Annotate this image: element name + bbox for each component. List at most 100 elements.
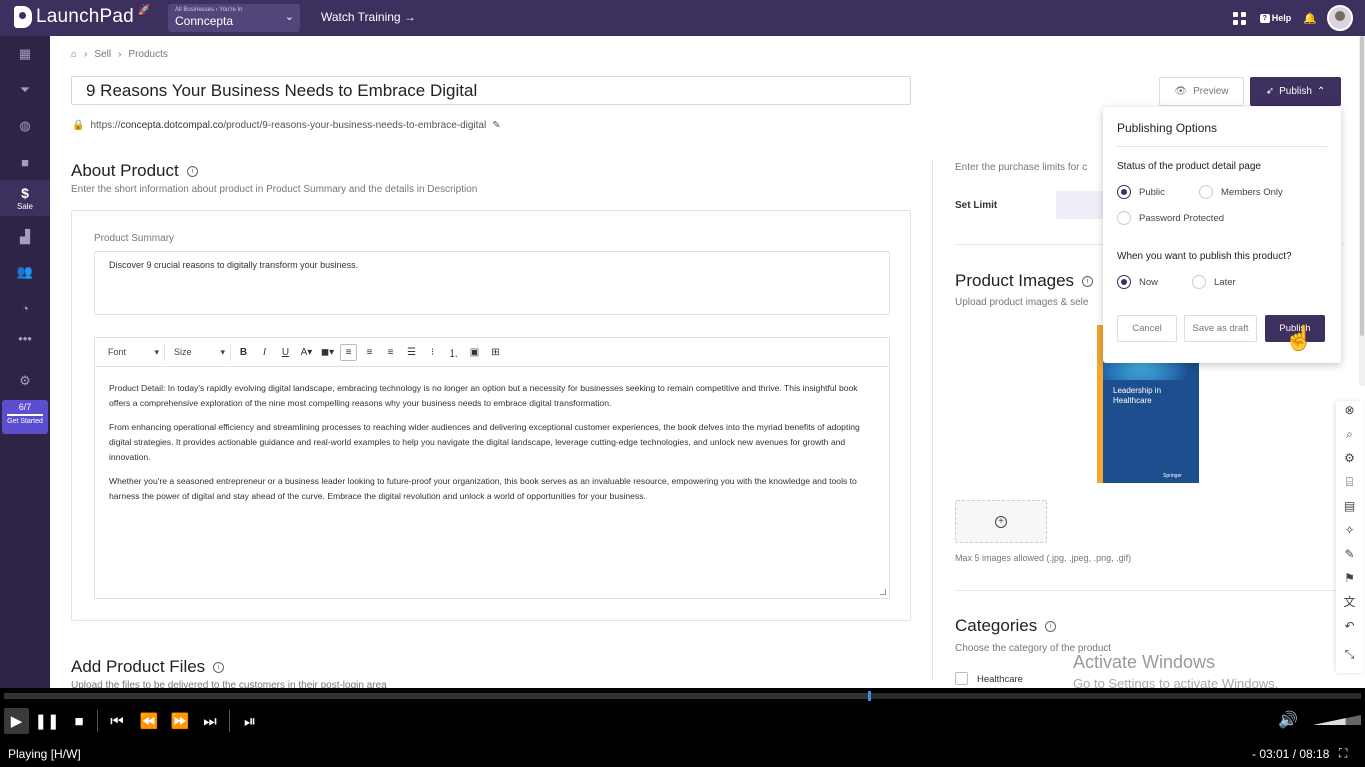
flag-icon[interactable]: ⚑ [1342,571,1357,586]
book-publisher: Springer [1163,473,1182,479]
breadcrumb: ⌂ › Sell › Products [71,49,168,60]
highlight-icon[interactable]: ◼▾ [319,344,336,361]
preview-button[interactable]: 👁 Preview [1159,77,1244,106]
pause-button[interactable]: ❚❚ [34,708,59,734]
description-editor[interactable]: Font ▾ Size ▾ B I U A▾ ◼▾ ≡ ≡ ≡ ☰ ⁝ ⒈ ▣ ⊞ … [94,337,890,599]
sidebar-item-label: Sale [16,202,33,211]
pencil-icon[interactable]: ✎ [1342,547,1357,562]
description-paragraph: Whether you're a seasoned entrepreneur o… [109,476,857,501]
product-summary-field[interactable]: Discover 9 crucial reasons to digitally … [94,251,890,315]
url-path: /product/9-reasons-your-business-needs-t… [223,120,487,131]
rewind-icon[interactable]: ⏪ [137,708,161,734]
globe-icon[interactable]: ◍ [0,111,50,141]
collapse-icon[interactable]: ⤡ [1342,647,1357,662]
description-content[interactable]: Product Detail: In today's rapidly evolv… [95,367,889,527]
cancel-button[interactable]: Cancel [1117,315,1177,342]
stop-button[interactable]: ■ [68,708,90,734]
breadcrumb-sell[interactable]: Sell [94,49,111,60]
text-color-icon[interactable]: A▾ [298,344,315,361]
category-checkbox[interactable] [955,672,968,685]
settings-icon[interactable]: ⚙ [1342,451,1357,466]
close-icon[interactable]: ⊗ [1342,403,1357,418]
help-label: Help [1271,13,1292,23]
people-icon[interactable]: 👥 [0,257,50,287]
magic-wand-icon[interactable]: ✧ [1342,523,1357,538]
volume-icon[interactable]: 🔊 [1278,710,1298,730]
breadcrumb-products[interactable]: Products [128,49,167,60]
video-icon[interactable]: ■ [0,147,50,177]
info-icon[interactable]: i [1082,275,1094,287]
purchase-limits-text: Enter the purchase limits for c [955,162,1088,173]
radio-password-protected[interactable]: Password Protected [1117,211,1224,225]
page-scrollbar[interactable] [1359,36,1365,386]
gear-icon[interactable]: ⚙ [0,366,50,396]
previous-icon[interactable]: ⏮ [105,708,129,734]
edit-pencil-icon[interactable]: ✎ [492,120,500,131]
undo-icon[interactable]: ↶ [1342,619,1357,634]
italic-icon[interactable]: I [256,344,273,361]
categories-heading: Categories i [955,616,1057,636]
apps-grid-icon[interactable] [1232,11,1246,25]
bullet-list-icon[interactable]: ⁝ [424,344,441,361]
notification-bell-icon[interactable]: 🔔 [1303,12,1317,25]
dashboard-icon[interactable]: ▦ [0,39,50,69]
preview-label: Preview [1193,86,1229,97]
help-button[interactable]: ? Help [1259,13,1292,23]
plus-circle-icon: + [995,515,1007,528]
image-icon[interactable]: ▣ [466,344,483,361]
watch-training-link[interactable]: Watch Training → [321,10,416,24]
publish-dropdown-button[interactable]: ➶ Publish ⌃ [1250,77,1341,106]
notes-icon[interactable]: ▤ [1342,499,1357,514]
radio-now[interactable]: Now [1117,275,1158,289]
seek-bar[interactable] [4,691,1361,701]
status-label: Status of the product detail page [1117,161,1261,172]
radio-members-only[interactable]: Members Only [1199,185,1283,199]
search-icon[interactable]: ⌕ [1342,427,1357,442]
radio-label: Members Only [1221,186,1283,198]
radio-public[interactable]: Public [1117,185,1165,199]
more-icon[interactable]: ••• [0,323,50,353]
resize-handle[interactable] [880,589,886,595]
info-icon[interactable]: i [213,661,225,673]
font-select[interactable]: Font ▾ [103,343,165,361]
fast-forward-icon[interactable]: ⏩ [168,708,192,734]
numbered-list-icon[interactable]: ⒈ [445,344,462,361]
sidebar-item-sale[interactable]: $ Sale [0,180,50,216]
align-center-icon[interactable]: ≡ [361,344,378,361]
get-started-progress[interactable]: 6/7 Get Started [2,400,48,434]
activate-windows-subtitle: Go to Settings to activate Windows. [1073,676,1279,688]
category-label: Healthcare [977,674,1023,685]
radio-later[interactable]: Later [1192,275,1236,289]
page-search-icon[interactable]: ⌸ [1342,475,1357,490]
translate-icon[interactable]: 文 [1342,595,1357,610]
fullscreen-icon[interactable]: ⛶ [1339,746,1347,761]
info-icon[interactable]: i [186,165,198,177]
play-button[interactable]: ▶ [4,708,29,734]
align-left-icon[interactable]: ≡ [340,343,357,361]
table-icon[interactable]: ⊞ [487,344,504,361]
chevron-up-icon: ⌃ [1316,86,1326,97]
business-switcher[interactable]: All Businesses › You're In Conncepta ⌄ [168,4,300,32]
funnel-icon[interactable]: ⏷ [0,75,50,105]
next-icon[interactable]: ⏭ [198,708,222,734]
bold-icon[interactable]: B [235,344,252,361]
launchpad-logo[interactable]: LaunchPad 🚀 [14,5,150,28]
speed-icon[interactable]: ◔ [0,293,50,323]
files-subtitle: Upload the files to be delivered to the … [71,680,387,688]
seek-handle[interactable] [868,691,872,701]
align-justify-icon[interactable]: ☰ [403,344,420,361]
frame-step-icon[interactable]: ⏯ [238,708,262,734]
add-image-button[interactable]: + [955,500,1047,543]
scrollbar-thumb[interactable] [1360,36,1364,336]
user-avatar[interactable] [1327,5,1353,31]
chart-icon[interactable]: ▟ [0,222,50,252]
images-subtitle: Upload product images & sele [955,297,1089,308]
url-domain: concepta.dotcompal.co [120,120,224,131]
home-icon[interactable]: ⌂ [71,49,77,60]
align-right-icon[interactable]: ≡ [382,344,399,361]
save-draft-button[interactable]: Save as draft [1184,315,1257,342]
product-title-input[interactable]: 9 Reasons Your Business Needs to Embrace… [71,76,911,105]
underline-icon[interactable]: U [277,344,294,361]
info-icon[interactable]: i [1045,620,1057,632]
size-select[interactable]: Size ▾ [169,343,231,361]
